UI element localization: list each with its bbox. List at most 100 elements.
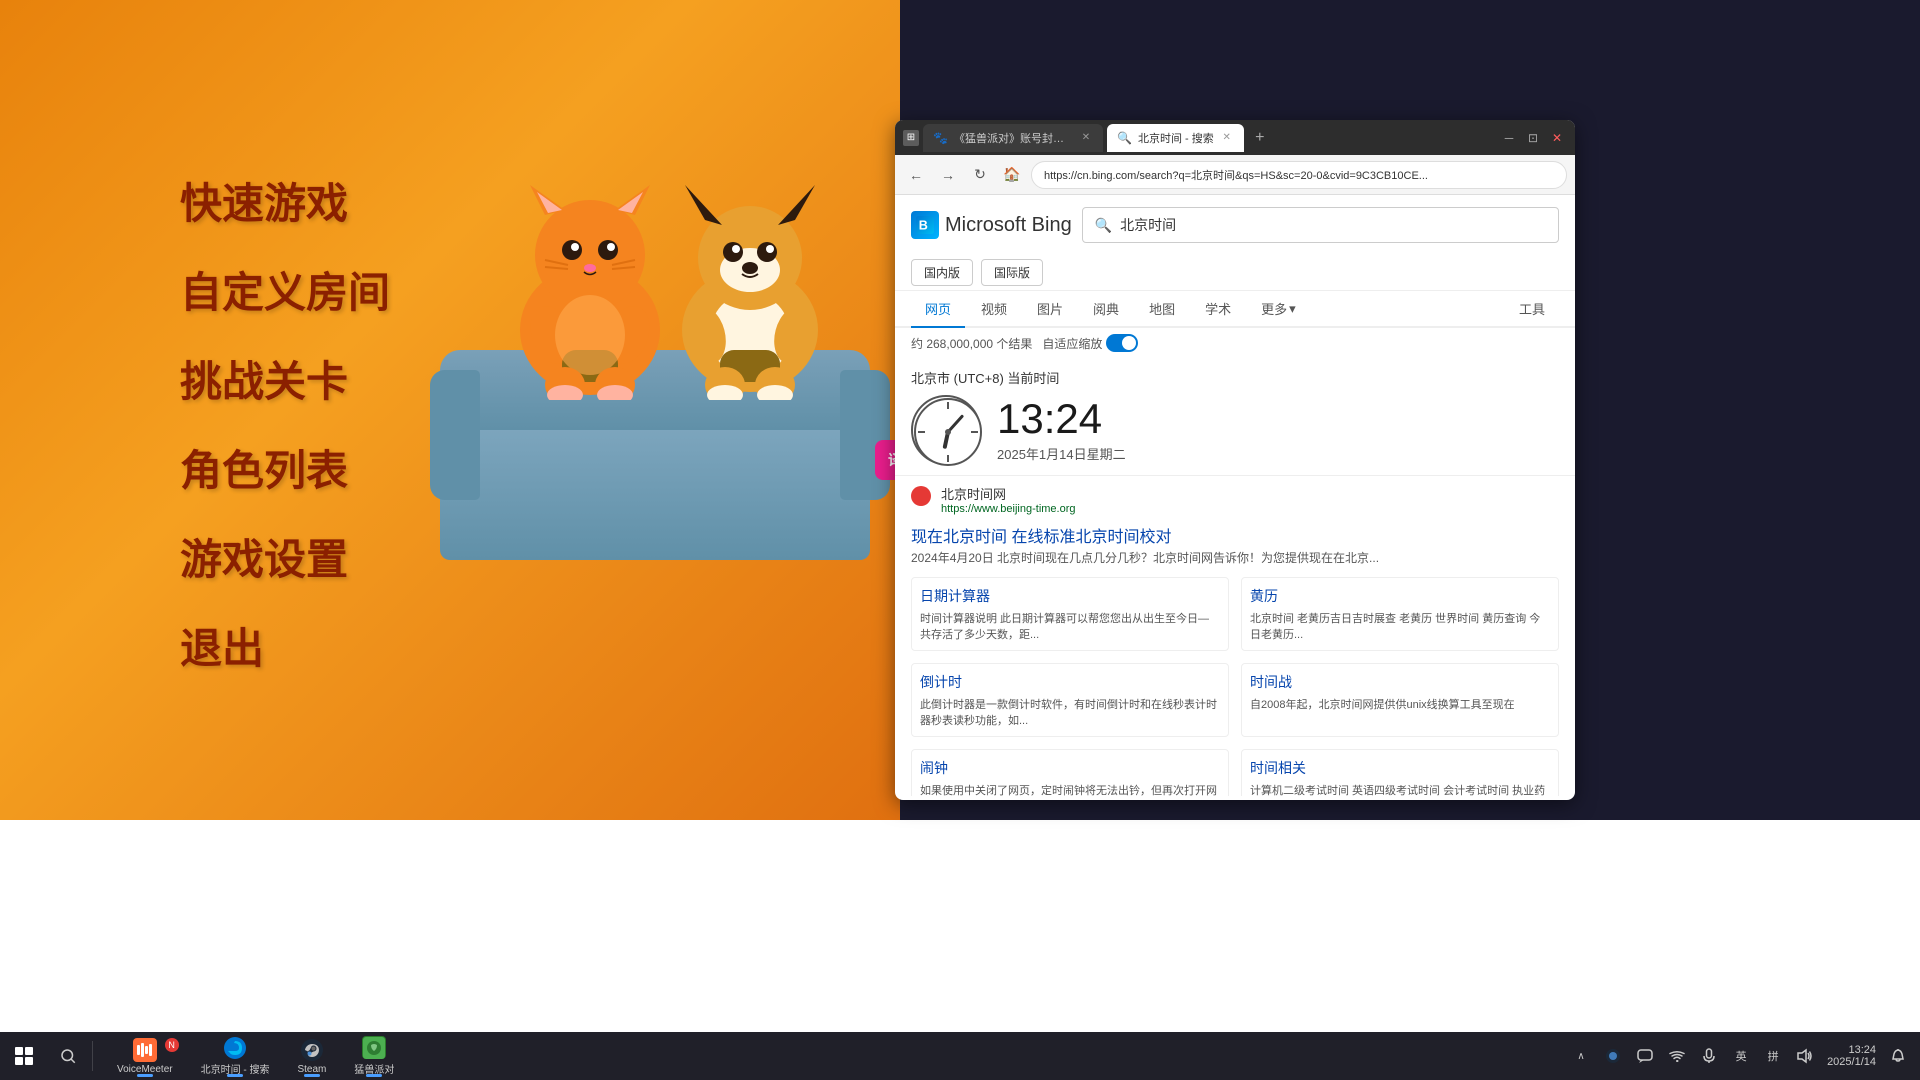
- clock-time-area: 13:24 2025年1月14日星期二: [997, 398, 1126, 463]
- bing-logo: B Microsoft Bing: [911, 211, 1072, 239]
- game-background: 快速游戏 自定义房间 挑战关卡 角色列表 游戏设置 退出: [0, 0, 900, 820]
- restore-button[interactable]: ⊡: [1523, 128, 1543, 148]
- taskbar-voicemeeter[interactable]: VoiceMeeter N: [105, 1034, 185, 1078]
- steam-label: Steam: [297, 1064, 326, 1075]
- new-tab-button[interactable]: +: [1248, 126, 1272, 150]
- more-tabs-button[interactable]: 更多 ▾: [1247, 291, 1310, 326]
- svg-text:B: B: [919, 219, 928, 233]
- menu-item-quit[interactable]: 退出: [180, 615, 390, 676]
- steam-tray-icon[interactable]: [1599, 1042, 1627, 1070]
- start-button[interactable]: [4, 1036, 44, 1076]
- auto-expand-toggle[interactable]: 自适应缩放: [1042, 334, 1138, 352]
- tile-4-title[interactable]: 时间战: [1250, 672, 1550, 692]
- tab-encyclopedia[interactable]: 阅典: [1079, 291, 1133, 328]
- volume-tray-icon[interactable]: [1791, 1042, 1819, 1070]
- menu-item-game-settings[interactable]: 游戏设置: [180, 526, 390, 587]
- tray-time: 13:24: [1848, 1044, 1876, 1056]
- region-tabs: 国内版 国际版: [895, 255, 1575, 291]
- notification-center-button[interactable]: [1884, 1042, 1912, 1070]
- tile-2-desc: 北京时间 老黄历吉日吉时展查 老黄历 世界时间 黄历查询 今日老黄历...: [1250, 610, 1550, 642]
- tile-alarm[interactable]: 闹钟 如果使用中关闭了网页，定时闹钟将无法出钤，但再次打开网页，先前设定的闹钟.…: [911, 749, 1229, 796]
- tile-5-title[interactable]: 闹钟: [920, 758, 1220, 778]
- menu-item-quick-game[interactable]: 快速游戏: [180, 170, 390, 231]
- tile-date-calculator[interactable]: 日期计算器 时间计算器说明 此日期计算器可以帮您您出从出生至今日—共存活了多少天…: [911, 577, 1229, 651]
- taskbar: VoiceMeeter N 北京时间 - 搜索: [0, 1032, 1920, 1080]
- menu-item-challenge[interactable]: 挑战关卡: [180, 348, 390, 409]
- tab-webpage[interactable]: 网页: [911, 291, 965, 328]
- tab1-favicon: 🐾: [933, 131, 948, 145]
- expand-tray-button[interactable]: ∧: [1567, 1042, 1595, 1070]
- tab2-favicon: 🔍: [1117, 131, 1132, 145]
- steam-icon: [300, 1038, 324, 1062]
- mic-tray-icon[interactable]: [1695, 1042, 1723, 1070]
- result-favicon: [911, 486, 931, 506]
- tray-date: 2025/1/14: [1827, 1056, 1876, 1068]
- tile-3-title[interactable]: 倒计时: [920, 672, 1220, 692]
- tab2-label: 北京时间 - 搜索: [1138, 130, 1214, 146]
- tab2-close-btn[interactable]: ✕: [1220, 131, 1234, 145]
- volume-icon-svg: [1797, 1048, 1813, 1064]
- tab-academic[interactable]: 学术: [1191, 291, 1245, 328]
- clock-face: [911, 395, 981, 465]
- bing-search-area: B Microsoft Bing 🔍 北京时间: [895, 195, 1575, 255]
- region-tab-domestic[interactable]: 国内版: [911, 259, 973, 286]
- system-clock[interactable]: 13:24 2025/1/14: [1823, 1044, 1880, 1068]
- game-menu: 快速游戏 自定义房间 挑战关卡 角色列表 游戏设置 退出: [180, 170, 390, 676]
- tile-5-desc: 如果使用中关闭了网页，定时闹钟将无法出钤，但再次打开网页，先前设定的闹钟...: [920, 782, 1220, 796]
- more-tabs-label: 更多: [1261, 299, 1287, 318]
- tile-6-title[interactable]: 时间相关: [1250, 758, 1550, 778]
- close-button[interactable]: ✕: [1547, 128, 1567, 148]
- region-tab-international[interactable]: 国际版: [981, 259, 1043, 286]
- tile-time-related[interactable]: 时间相关 计算机二级考试时间 英语四级考试时间 会计考试时间 执业药师报名时间 …: [1241, 749, 1559, 796]
- menu-item-custom-room[interactable]: 自定义房间: [180, 259, 390, 320]
- tile-almanac[interactable]: 黄历 北京时间 老黄历吉日吉时展查 老黄历 世界时间 黄历查询 今日老黄历...: [1241, 577, 1559, 651]
- browser-page-icon: ⊞: [903, 130, 919, 146]
- tab-video[interactable]: 视频: [967, 291, 1021, 328]
- auto-expand-label: 自适应缩放: [1042, 335, 1102, 352]
- back-button[interactable]: ←: [903, 162, 929, 188]
- chat-tray-icon[interactable]: [1631, 1042, 1659, 1070]
- beast-party-icon: [362, 1036, 386, 1059]
- search-query-text: 北京时间: [1120, 215, 1176, 235]
- result-title[interactable]: 现在北京时间 在线标准北京时间校对: [911, 523, 1559, 547]
- home-button[interactable]: 🏠: [999, 162, 1025, 188]
- tile-6-desc: 计算机二级考试时间 英语四级考试时间 会计考试时间 执业药师报名时间 ...: [1250, 782, 1550, 796]
- system-tray: ∧: [1567, 1042, 1920, 1070]
- refresh-button[interactable]: ↻: [967, 162, 993, 188]
- address-text: https://cn.bing.com/search?q=北京时间&qs=HS&…: [1044, 167, 1428, 183]
- search-box[interactable]: 🔍 北京时间: [1082, 207, 1559, 243]
- tile-countdown[interactable]: 倒计时 此倒计时器是一款倒计时软件，有时间倒计时和在线秒表计时器秒表读秒功能，如…: [911, 663, 1229, 737]
- taskbar-steam[interactable]: Steam: [285, 1034, 338, 1078]
- taskbar-beast-party[interactable]: 猛兽派对: [342, 1034, 406, 1078]
- tile-2-title[interactable]: 黄历: [1250, 586, 1550, 606]
- taskbar-search-icon: [59, 1047, 77, 1065]
- beast-party-logo-icon: [363, 1037, 385, 1059]
- tools-button[interactable]: 工具: [1505, 291, 1559, 326]
- tab-images[interactable]: 图片: [1023, 291, 1077, 328]
- taskbar-edge-beijing[interactable]: 北京时间 - 搜索: [189, 1034, 282, 1078]
- result-site-name: 北京时间网: [941, 484, 1076, 503]
- tile-4-desc: 自2008年起，北京时间网提供供unix线换算工具至现在: [1250, 696, 1550, 712]
- search-results: 北京时间网 https://www.beijing-time.org 现在北京时…: [895, 476, 1575, 796]
- steam-running-dot: [304, 1074, 320, 1077]
- tab-maps[interactable]: 地图: [1135, 291, 1189, 328]
- bing-logo-icon: B: [911, 211, 939, 239]
- voicemeeter-badge: N: [165, 1038, 179, 1052]
- taskbar-divider-1: [92, 1041, 93, 1071]
- lang-pinyin-indicator[interactable]: 拼: [1759, 1042, 1787, 1070]
- taskbar-search-button[interactable]: [50, 1038, 86, 1074]
- auto-expand-switch[interactable]: [1106, 334, 1138, 352]
- tab1-close-btn[interactable]: ✕: [1079, 131, 1093, 145]
- lang-en-indicator[interactable]: 英: [1727, 1042, 1755, 1070]
- wifi-tray-icon[interactable]: [1663, 1042, 1691, 1070]
- forward-button[interactable]: →: [935, 162, 961, 188]
- minimize-button[interactable]: ─: [1499, 128, 1519, 148]
- address-bar[interactable]: https://cn.bing.com/search?q=北京时间&qs=HS&…: [1031, 161, 1567, 189]
- tile-time-battle[interactable]: 时间战 自2008年起，北京时间网提供供unix线换算工具至现在: [1241, 663, 1559, 737]
- browser-tab-2[interactable]: 🔍 北京时间 - 搜索 ✕: [1107, 124, 1244, 152]
- menu-item-character-list[interactable]: 角色列表: [180, 437, 390, 498]
- browser-tab-1[interactable]: 🐾 《猛兽派对》账号封禁公告 - 猛... ✕: [923, 124, 1103, 152]
- result-url-area: 北京时间网 https://www.beijing-time.org: [941, 484, 1076, 515]
- tile-1-title[interactable]: 日期计算器: [920, 586, 1220, 606]
- result-description: 2024年4月20日 北京时间现在几点几分几秒？北京时间网告诉你！为您提供现在在…: [911, 549, 1559, 567]
